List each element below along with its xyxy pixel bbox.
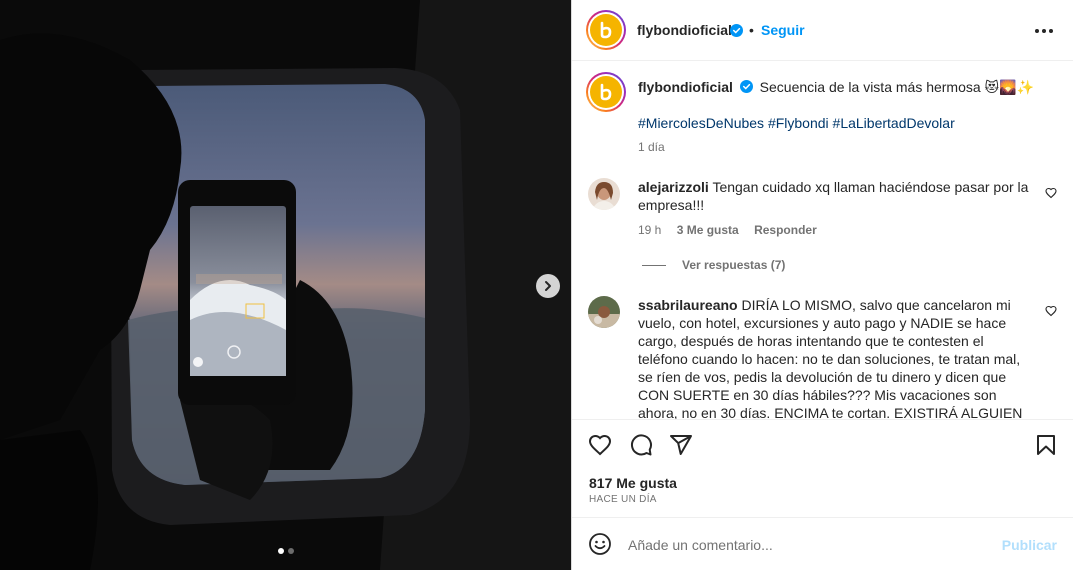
post-time[interactable]: HACE UN DÍA: [589, 494, 657, 505]
caption-line: flybondioficial Secuencia de la vista má…: [638, 78, 1048, 96]
reply-button[interactable]: Responder: [754, 223, 817, 237]
share-send-icon[interactable]: [669, 433, 693, 457]
follow-button[interactable]: Seguir: [761, 22, 805, 38]
author-username[interactable]: flybondioficial: [637, 22, 732, 38]
comment-username[interactable]: ssabrilaureano: [638, 297, 738, 313]
chevron-right-icon: [545, 281, 551, 291]
separator-dot: •: [749, 22, 754, 38]
next-photo-button[interactable]: [536, 274, 560, 298]
airplane-window-photo: [0, 0, 571, 570]
verified-badge-icon: [739, 80, 753, 93]
author-avatar[interactable]: [586, 10, 626, 50]
comment-time[interactable]: 19 h: [638, 223, 661, 237]
like-comment-heart-icon[interactable]: [1045, 305, 1057, 317]
caption-avatar[interactable]: [586, 72, 626, 112]
like-heart-icon[interactable]: [588, 433, 612, 457]
comment-bubble-icon[interactable]: [629, 433, 653, 457]
commenter-avatar[interactable]: [588, 296, 620, 328]
carousel-dot: [288, 548, 294, 554]
comment-likes[interactable]: 3 Me gusta: [677, 223, 739, 237]
caption-hashtags[interactable]: #MiercolesDeNubes #Flybondi #LaLibertadD…: [638, 115, 955, 131]
emoji-icon[interactable]: [588, 532, 612, 556]
caption-username[interactable]: flybondioficial: [638, 79, 733, 95]
flybondi-logo-icon: [600, 21, 612, 39]
post-photo: [0, 0, 571, 570]
comment-username[interactable]: alejarizzoli: [638, 179, 709, 195]
post-header: flybondioficial • Seguir: [572, 0, 1073, 61]
likes-count[interactable]: 817 Me gusta: [589, 475, 677, 491]
caption-text: Secuencia de la vista más hermosa 😻🌄✨: [759, 79, 1035, 95]
carousel-indicator: [278, 548, 294, 554]
save-bookmark-icon[interactable]: [1034, 433, 1058, 457]
flybondi-logo-icon: [600, 83, 612, 101]
caption-time[interactable]: 1 día: [638, 140, 665, 154]
replies-line: [642, 264, 666, 266]
comment-text: ssabrilaureano DIRÍA LO MISMO, salvo que…: [638, 297, 1023, 419]
comment-meta: 19 h 3 Me gusta Responder: [638, 223, 817, 237]
more-options-icon[interactable]: [1035, 29, 1053, 33]
like-comment-heart-icon[interactable]: [1045, 187, 1057, 199]
carousel-dot-active: [278, 548, 284, 554]
add-comment-bar: Publicar: [572, 517, 1073, 570]
post-side-panel: flybondioficial • Seguir flybondioficial: [571, 0, 1073, 570]
verified-badge-icon: [730, 24, 743, 37]
comment-text: alejarizzoli Tengan cuidado xq llaman ha…: [638, 179, 1029, 213]
view-replies-button[interactable]: Ver respuestas (7): [642, 258, 785, 272]
commenter-avatar[interactable]: [588, 178, 620, 210]
comments-list[interactable]: flybondioficial Secuencia de la vista má…: [572, 61, 1073, 419]
comment-input[interactable]: [628, 535, 988, 555]
publish-button[interactable]: Publicar: [1002, 537, 1057, 553]
